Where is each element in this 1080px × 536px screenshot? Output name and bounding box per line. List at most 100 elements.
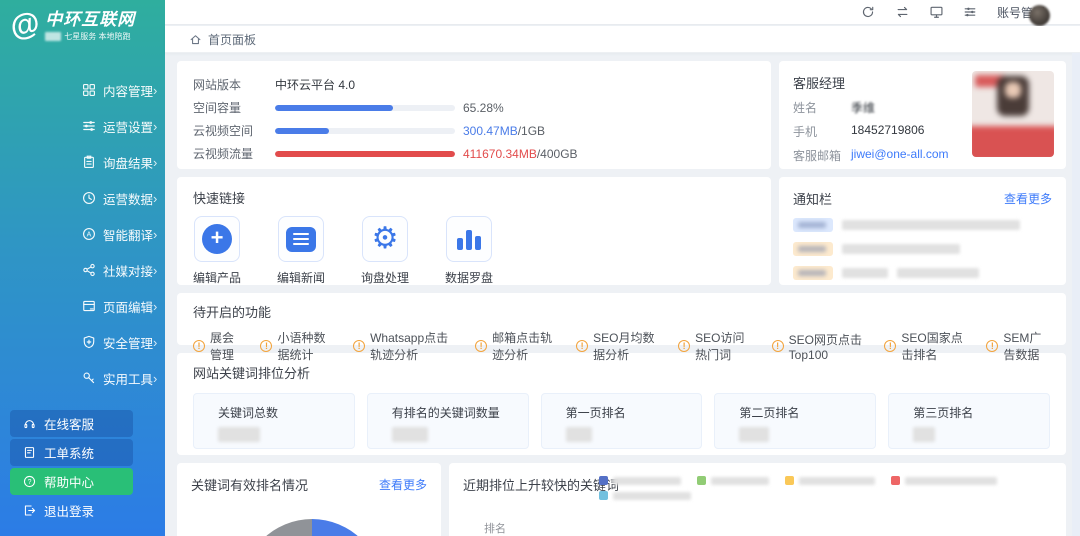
sidebar-item-tools[interactable]: 实用工具› — [0, 360, 165, 396]
ticket-doc-icon — [23, 446, 36, 459]
video-traffic-label: 云视频流量 — [193, 145, 275, 162]
filter-sliders-icon[interactable] — [963, 5, 978, 20]
version-value: 中环云平台 4.0 — [275, 76, 355, 93]
stat-page2-rank: 第二页排名 — [714, 393, 876, 449]
account-menu[interactable]: 账号管理 — [997, 0, 1050, 26]
legend-label-redacted — [711, 477, 769, 485]
stat-page3-rank: 第三页排名 — [888, 393, 1050, 449]
legend-item[interactable] — [599, 476, 681, 485]
footer-item-label: 在线客服 — [44, 414, 94, 433]
chevron-right-icon: › — [153, 335, 157, 350]
rank-pie-chart — [242, 519, 382, 536]
pending-feature[interactable]: !小语种数据统计 — [260, 329, 331, 363]
video-space-label: 云视频空间 — [193, 122, 275, 139]
rank-view-more-link[interactable]: 查看更多 — [379, 476, 427, 493]
pending-feature[interactable]: !Whatsapp点击轨迹分析 — [353, 329, 453, 363]
sliders-icon — [82, 119, 96, 133]
sidebar-item-security[interactable]: 安全管理› — [0, 324, 165, 360]
site-overview-card: 网站版本 中环云平台 4.0 空间容量 65.28% 云视频空间 300.47M… — [177, 61, 771, 169]
pending-feature[interactable]: !SEO网页点击Top100 — [772, 331, 863, 362]
sidebar-item-ticket-system[interactable]: 工单系统 — [10, 439, 133, 466]
quicklink-edit-news[interactable]: 编辑新闻 — [277, 216, 325, 286]
pending-feature[interactable]: !展会管理 — [193, 329, 238, 363]
breadcrumb-label[interactable]: 首页面板 — [208, 31, 256, 48]
sidebar-item-online-support[interactable]: 在线客服 — [10, 410, 133, 437]
legend-swatch — [785, 476, 794, 485]
legend-item[interactable] — [697, 476, 769, 485]
warning-icon: ! — [678, 340, 690, 352]
pending-feature[interactable]: !SEO国家点击排名 — [884, 329, 964, 363]
legend-item[interactable] — [785, 476, 875, 485]
sidebar-item-social-media[interactable]: 社媒对接› — [0, 252, 165, 288]
video-space-total: /1GB — [518, 124, 545, 138]
page-scrollbar[interactable] — [1072, 53, 1080, 536]
y-axis-label: 排名 — [484, 520, 506, 536]
clipboard-icon — [82, 155, 96, 169]
sidebar-item-help-center[interactable]: ? 帮助中心 — [10, 468, 133, 495]
sidebar-item-smart-translate[interactable]: A 智能翻译› — [0, 216, 165, 252]
chevron-right-icon: › — [153, 227, 157, 242]
quicklink-edit-product[interactable]: + 编辑产品 — [193, 216, 241, 286]
breadcrumb: 首页面板 — [165, 26, 1080, 53]
quicklink-inquiry-handle[interactable]: ⚙ 询盘处理 — [361, 216, 409, 286]
service-manager-card: 客服经理 姓名季维 手机18452719806 客服邮箱jiwei@one-al… — [779, 61, 1066, 169]
sidebar-item-operation-settings[interactable]: 运营设置› — [0, 108, 165, 144]
quicklink-label: 编辑新闻 — [277, 269, 325, 286]
sidebar-item-inquiry-results[interactable]: 询盘结果› — [0, 144, 165, 180]
stat-value-redacted — [392, 427, 428, 442]
chevron-right-icon: › — [153, 119, 157, 134]
storage-progressbar — [275, 105, 455, 111]
stat-total-keywords: 关键词总数 — [193, 393, 355, 449]
refresh-icon[interactable] — [861, 5, 876, 20]
notice-badge — [793, 218, 833, 232]
monitor-icon[interactable] — [929, 5, 944, 20]
notice-item[interactable] — [793, 242, 1052, 256]
dashboard-app: @ 中环互联网 七星服务 本地陪跑 内容管理› 运营设置› 询盘结果› — [0, 0, 1080, 536]
user-avatar[interactable] — [1029, 5, 1050, 26]
sidebar-item-content-mgmt[interactable]: 内容管理› — [0, 72, 165, 108]
footer-item-label: 退出登录 — [44, 501, 94, 520]
translate-icon: A — [82, 227, 96, 241]
chevron-right-icon: › — [153, 371, 157, 386]
sidebar-item-operation-data[interactable]: 运营数据› — [0, 180, 165, 216]
warning-icon: ! — [576, 340, 588, 352]
pending-feature[interactable]: !邮箱点击轨迹分析 — [475, 329, 554, 363]
notice-item[interactable] — [793, 218, 1052, 232]
legend-swatch — [697, 476, 706, 485]
pending-feature[interactable]: !SEO访问热门词 — [678, 329, 750, 363]
notice-text-redacted — [842, 268, 888, 278]
storage-label: 空间容量 — [193, 99, 275, 116]
warning-icon: ! — [475, 340, 487, 352]
chart-legend — [599, 476, 1029, 506]
list-icon — [286, 227, 316, 252]
swirl-logo-icon: @ — [7, 8, 42, 43]
sidebar-item-logout[interactable]: 退出登录 — [10, 497, 133, 524]
warning-icon: ! — [986, 340, 998, 352]
sidebar-footer: 在线客服 工单系统 ? 帮助中心 退出登录 — [0, 408, 165, 526]
warning-icon: ! — [884, 340, 896, 352]
sidebar-item-page-editor[interactable]: 页面编辑› — [0, 288, 165, 324]
legend-swatch — [599, 476, 608, 485]
keyword-section-title: 网站关键词排位分析 — [193, 363, 1050, 382]
notice-view-more-link[interactable]: 查看更多 — [1004, 190, 1052, 207]
legend-swatch — [599, 491, 608, 500]
legend-item[interactable] — [599, 491, 691, 500]
swap-icon[interactable] — [895, 5, 910, 20]
manager-phone: 18452719806 — [851, 123, 924, 140]
quicklink-data-compass[interactable]: 数据罗盘 — [445, 216, 493, 286]
chevron-right-icon: › — [153, 83, 157, 98]
manager-email[interactable]: jiwei@one-all.com — [851, 147, 949, 164]
svg-text:A: A — [87, 232, 92, 239]
sidebar-item-label: 运营设置 — [103, 117, 153, 136]
quicklink-label: 询盘处理 — [361, 269, 409, 286]
shield-icon — [82, 335, 96, 349]
pending-feature[interactable]: !SEO月均数据分析 — [576, 329, 656, 363]
legend-label-redacted — [613, 477, 681, 485]
stat-value-redacted — [913, 427, 935, 442]
notice-item[interactable] — [793, 266, 1052, 280]
sidebar-item-label: 页面编辑 — [103, 297, 153, 316]
legend-item[interactable] — [891, 476, 997, 485]
phone-label: 手机 — [793, 123, 851, 140]
pending-feature[interactable]: !SEM广告数据 — [986, 329, 1050, 363]
chevron-right-icon: › — [153, 191, 157, 206]
